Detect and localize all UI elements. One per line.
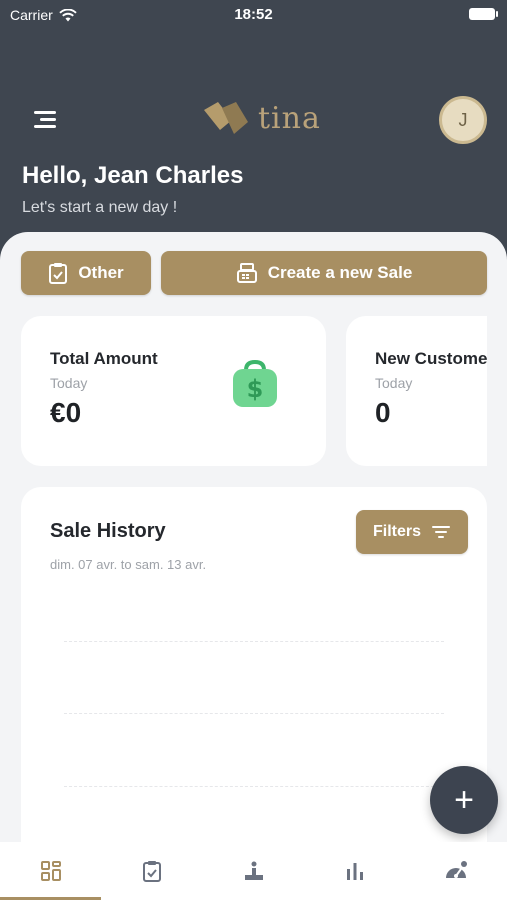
chart-grid-line — [64, 713, 444, 714]
new-customers-card[interactable]: New Customers Today 0 — [346, 316, 487, 466]
bar-chart-icon — [346, 863, 363, 880]
plus-icon: + — [454, 780, 474, 819]
sale-history-card: Sale History dim. 07 avr. to sam. 13 avr… — [21, 487, 487, 900]
tab-performance[interactable] — [406, 842, 507, 900]
other-button-label: Other — [78, 263, 124, 282]
header: tina J — [0, 90, 507, 150]
leaderboard-icon — [244, 861, 263, 880]
clock: 18:52 — [234, 6, 273, 23]
logo-text: tina — [258, 100, 321, 136]
greeting-title: Hello, Jean Charles — [22, 162, 244, 189]
sale-history-range: dim. 07 avr. to sam. 13 avr. — [50, 557, 207, 572]
tab-tasks[interactable] — [101, 842, 202, 900]
menu-button[interactable] — [30, 108, 60, 132]
status-bar: Carrier 18:52 — [0, 0, 507, 30]
speedometer-icon — [446, 861, 468, 878]
tab-leaderboard[interactable] — [203, 842, 304, 900]
tab-statistics[interactable] — [304, 842, 405, 900]
total-amount-card[interactable]: Total Amount Today €0 $ — [21, 316, 326, 466]
logo: tina — [202, 100, 321, 136]
filters-button[interactable]: Filters — [356, 510, 468, 554]
clipboard-check-icon — [143, 861, 162, 882]
card-value: €0 — [50, 397, 82, 428]
money-bag-icon: $ — [233, 360, 277, 407]
card-value: 0 — [375, 397, 391, 428]
tab-dashboard[interactable] — [0, 842, 102, 900]
clipboard-check-icon — [49, 263, 68, 284]
cash-register-icon — [236, 263, 257, 283]
create-sale-button[interactable]: Create a new Sale — [161, 251, 487, 295]
add-fab-button[interactable]: + — [430, 766, 498, 834]
other-button[interactable]: Other — [21, 251, 151, 295]
card-title: New Customers — [375, 349, 487, 368]
greeting-subtitle: Let's start a new day ! — [22, 199, 178, 216]
chart-grid-line — [64, 786, 444, 787]
card-title: Total Amount — [50, 349, 158, 368]
sale-history-title: Sale History — [50, 520, 166, 542]
filter-icon — [432, 526, 450, 538]
logo-mark-icon — [204, 102, 248, 134]
chart-grid-line — [64, 641, 444, 642]
svg-text:$: $ — [247, 375, 264, 403]
battery-icon — [469, 8, 498, 20]
avatar-initial: J — [458, 109, 468, 130]
card-period: Today — [50, 375, 88, 391]
avatar[interactable]: J — [439, 96, 487, 144]
dashboard-icon — [40, 861, 61, 881]
create-sale-label: Create a new Sale — [267, 263, 413, 282]
card-period: Today — [375, 375, 413, 391]
filters-label: Filters — [372, 523, 421, 540]
tab-bar — [0, 842, 507, 900]
